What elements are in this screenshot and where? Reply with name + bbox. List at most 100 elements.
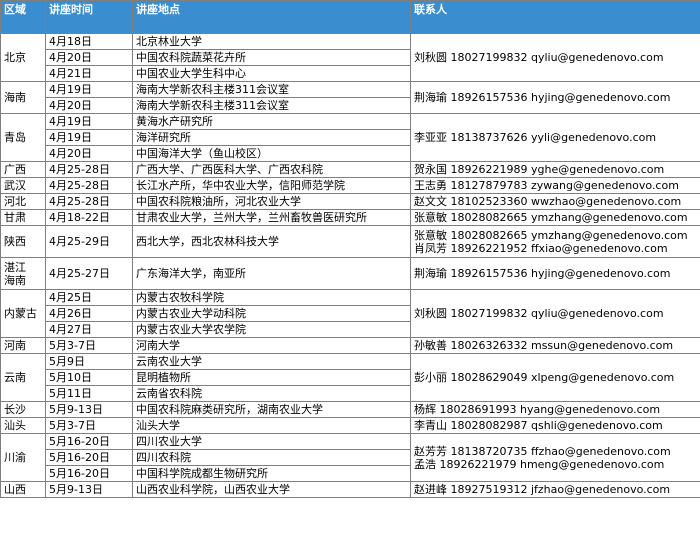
region-cell: 青岛: [0, 113, 46, 162]
place-cell: 海南大学新农科主楼311会议室: [132, 97, 411, 114]
time-cell: 4月27日: [45, 321, 133, 338]
region-label: 青岛: [4, 131, 26, 144]
time-cell: 5月10日: [45, 369, 133, 386]
region-label: 北京: [4, 51, 26, 64]
contact-text: 李亚亚 18138737626 yyli@genedenovo.com: [414, 131, 657, 144]
table-row: 云南 5月9日 云南农业大学 彭小丽 18028629049 xlpeng@gened…: [0, 353, 700, 402]
region-cell: 陕西: [0, 225, 46, 258]
header-contact: 联系人: [410, 0, 700, 34]
time-cell: 5月16-20日: [45, 433, 133, 450]
time-cell: 4月25日: [45, 289, 133, 306]
time-cell: 4月26日: [45, 305, 133, 322]
table-row: 武汉 4月25-28日 长江水产所，华中农业大学，信阳师范学院 王志勇 1812787…: [0, 177, 700, 194]
time-cell: 5月16-20日: [45, 465, 133, 482]
table-header-row: 区域 讲座时间 讲座地点 联系人: [0, 0, 700, 34]
table-row: 河北 4月25-28日 中国农科院粮油所，河北农业大学 赵文文 18102523360…: [0, 193, 700, 210]
contact-text: 杨辉 18028691993 hyang@genedenovo.com: [414, 403, 661, 416]
contact-text: 荆海瑜 18926157536 hyjing@genedenovo.com: [414, 267, 671, 280]
place-cell: 甘肃农业大学，兰州大学，兰州畜牧兽医研究所: [132, 209, 411, 226]
table-row: 北京 4月18日 北京林业大学 刘秋圆 18027199832 qyliu@gened…: [0, 33, 700, 82]
place-cell: 广东海洋大学，南亚所: [132, 257, 411, 290]
place-cell: 内蒙古农业大学农学院: [132, 321, 411, 338]
place-cell: 四川农业大学: [132, 433, 411, 450]
region-label: 河南: [4, 339, 26, 352]
place-cell: 长江水产所，华中农业大学，信阳师范学院: [132, 177, 411, 194]
contact-cell: 李亚亚 18138737626 yyli@genedenovo.com: [410, 113, 700, 162]
region-cell: 汕头: [0, 417, 46, 434]
region-label: 湛江: [4, 260, 26, 274]
contact-text: 荆海瑜 18926157536 hyjing@genedenovo.com: [414, 91, 671, 104]
place-cell: 西北大学，西北农林科技大学: [132, 225, 411, 258]
time-cell: 5月11日: [45, 385, 133, 402]
time-cell: 4月18日: [45, 33, 133, 50]
contact-text: 赵文文 18102523360 wwzhao@genedenovo.com: [414, 195, 682, 208]
table-row: 陕西 4月25-29日 西北大学，西北农林科技大学 张意敏 18028082665 y…: [0, 225, 700, 258]
contact-text: 刘秋圆 18027199832 qyliu@genedenovo.com: [414, 51, 664, 64]
region-cell: 广西: [0, 161, 46, 178]
table-row: 内蒙古 4月25日 内蒙古农牧科学院 刘秋圆 18027199832 qyliu@ge…: [0, 289, 700, 338]
time-cell: 4月20日: [45, 49, 133, 66]
table-row: 湛江 海南 4月25-27日 广东海洋大学，南亚所 荆海瑜 18926157536 hy…: [0, 257, 700, 290]
region-label: 汕头: [4, 419, 26, 432]
region-cell: 河南: [0, 337, 46, 354]
header-region: 区域: [0, 0, 46, 34]
table-row: 广西 4月25-28日 广西大学、广西医科大学、广西农科院 贺永国 189262219…: [0, 161, 700, 178]
header-time: 讲座时间: [45, 0, 133, 34]
region-cell: 川渝: [0, 433, 46, 482]
time-cell: 4月20日: [45, 145, 133, 162]
place-cell: 中国农科院麻类研究所，湖南农业大学: [132, 401, 411, 418]
table-row: 甘肃 4月18-22日 甘肃农业大学，兰州大学，兰州畜牧兽医研究所 张意敏 18028…: [0, 209, 700, 226]
time-cell: 4月20日: [45, 97, 133, 114]
time-cell: 5月9日: [45, 353, 133, 370]
region-cell: 湛江 海南: [0, 257, 46, 290]
place-cell: 黄海水产研究所: [132, 113, 411, 130]
contact-text: 刘秋圆 18027199832 qyliu@genedenovo.com: [414, 307, 664, 320]
contact-text: 李青山 18028082987 qshli@genedenovo.com: [414, 419, 663, 432]
place-cell: 海南大学新农科主楼311会议室: [132, 81, 411, 98]
contact-cell: 荆海瑜 18926157536 hyjing@genedenovo.com: [410, 257, 700, 290]
contact-text: 彭小丽 18028629049 xlpeng@genedenovo.com: [414, 371, 675, 384]
table-row: 川渝 5月16-20日 四川农业大学 赵芳芳 18138720735 ffzhao@g…: [0, 433, 700, 482]
region-cell: 武汉: [0, 177, 46, 194]
table-row: 海南 4月19日 海南大学新农科主楼311会议室 荆海瑜 18926157536 hy…: [0, 81, 700, 114]
time-cell: 5月9-13日: [45, 481, 133, 498]
place-cell: 广西大学、广西医科大学、广西农科院: [132, 161, 411, 178]
time-cell: 4月19日: [45, 113, 133, 130]
contact-cell: 孙敏善 18026326332 mssun@genedenovo.com: [410, 337, 700, 354]
contact-text-2: 肖凤芳 18926221952 ffxiao@genedenovo.com: [414, 241, 668, 255]
time-cell: 5月16-20日: [45, 449, 133, 466]
contact-cell: 王志勇 18127879783 zywang@genedenovo.com: [410, 177, 700, 194]
place-cell: 中国海洋大学（鱼山校区）: [132, 145, 411, 162]
lecture-schedule-table: 区域 讲座时间 讲座地点 联系人 北京 4月18日 北京林业大学 刘秋圆 180271…: [0, 0, 700, 498]
contact-text: 贺永国 18926221989 yghe@genedenovo.com: [414, 163, 665, 176]
table-body: 北京 4月18日 北京林业大学 刘秋圆 18027199832 qyliu@gened…: [0, 33, 700, 498]
contact-text: 赵进峰 18927519312 jfzhao@genedenovo.com: [414, 483, 671, 496]
place-cell: 四川农科院: [132, 449, 411, 466]
time-cell: 4月19日: [45, 129, 133, 146]
table-row: 山西 5月9-13日 山西农业科学院，山西农业大学 赵进峰 18927519312 j…: [0, 481, 700, 498]
header-place: 讲座地点: [132, 0, 411, 34]
contact-cell: 赵芳芳 18138720735 ffzhao@genedenovo.com 孟浩 …: [410, 433, 700, 482]
contact-text: 王志勇 18127879783 zywang@genedenovo.com: [414, 179, 679, 192]
time-cell: 4月25-28日: [45, 193, 133, 210]
region-label: 山西: [4, 483, 26, 496]
time-cell: 4月18-22日: [45, 209, 133, 226]
contact-text: 张意敏 18028082665 ymzhang@genedenovo.com: [414, 211, 688, 224]
region-cell: 山西: [0, 481, 46, 498]
place-cell: 云南省农科院: [132, 385, 411, 402]
contact-cell: 刘秋圆 18027199832 qyliu@genedenovo.com: [410, 289, 700, 338]
contact-cell: 荆海瑜 18926157536 hyjing@genedenovo.com: [410, 81, 700, 114]
contact-cell: 赵进峰 18927519312 jfzhao@genedenovo.com: [410, 481, 700, 498]
region-label: 长沙: [4, 403, 26, 416]
region-cell: 海南: [0, 81, 46, 114]
contact-cell: 贺永国 18926221989 yghe@genedenovo.com: [410, 161, 700, 178]
region-cell: 北京: [0, 33, 46, 82]
place-cell: 中国科学院成都生物研究所: [132, 465, 411, 482]
region-label: 广西: [4, 163, 26, 176]
region-label: 河北: [4, 195, 26, 208]
place-cell: 中国农科院粮油所，河北农业大学: [132, 193, 411, 210]
place-cell: 内蒙古农牧科学院: [132, 289, 411, 306]
contact-cell: 张意敏 18028082665 ymzhang@genedenovo.com: [410, 209, 700, 226]
time-cell: 4月25-28日: [45, 161, 133, 178]
time-cell: 4月25-29日: [45, 225, 133, 258]
